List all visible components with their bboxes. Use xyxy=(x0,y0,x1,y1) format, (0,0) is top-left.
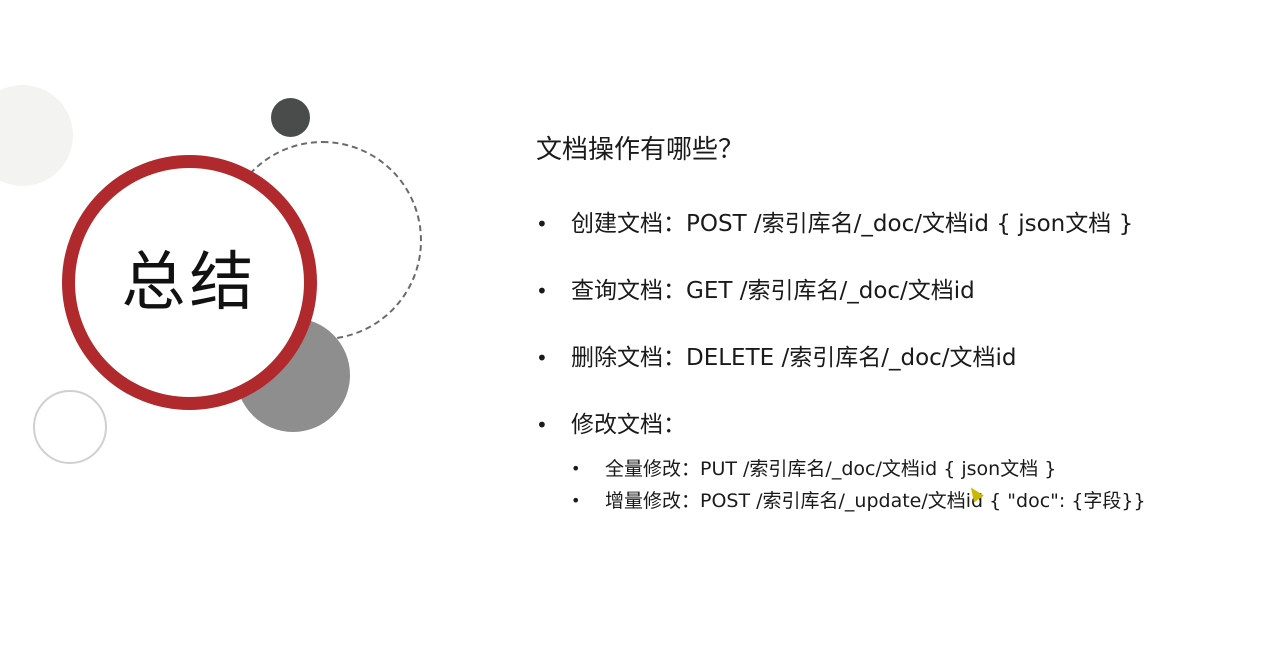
title-ring: 总结 xyxy=(62,155,317,410)
content-area: 文档操作有哪些？ 创建文档：POST /索引库名/_doc/文档id { jso… xyxy=(536,130,1236,517)
decorative-dark-dot xyxy=(271,98,310,137)
sub-item-full-update: 全量修改：PUT /索引库名/_doc/文档id { json文档 } xyxy=(571,453,1236,485)
decorative-light-circle xyxy=(0,85,73,186)
list-item-query: 查询文档：GET /索引库名/_doc/文档id xyxy=(536,275,1236,307)
section-question: 文档操作有哪些？ xyxy=(536,135,745,165)
sub-item-label: 增量修改：POST /索引库名/_update/文档id { "doc": {字… xyxy=(605,490,1146,512)
operation-list: 创建文档：POST /索引库名/_doc/文档id { json文档 } 查询文… xyxy=(536,208,1236,517)
list-item-label: 修改文档： xyxy=(571,412,686,438)
list-item-delete: 删除文档：DELETE /索引库名/_doc/文档id xyxy=(536,342,1236,374)
slide: 总结 文档操作有哪些？ 创建文档：POST /索引库名/_doc/文档id { … xyxy=(0,0,1265,662)
decorative-outline-ring xyxy=(33,390,107,464)
sub-item-partial-update: 增量修改：POST /索引库名/_update/文档id { "doc": {字… xyxy=(571,485,1236,517)
list-item-label: 删除文档：DELETE /索引库名/_doc/文档id xyxy=(571,345,1017,371)
list-item-modify: 修改文档： 全量修改：PUT /索引库名/_doc/文档id { json文档 … xyxy=(536,409,1236,517)
list-item-label: 创建文档：POST /索引库名/_doc/文档id { json文档 } xyxy=(571,211,1134,237)
modify-sub-list: 全量修改：PUT /索引库名/_doc/文档id { json文档 } 增量修改… xyxy=(571,453,1236,517)
list-item-label: 查询文档：GET /索引库名/_doc/文档id xyxy=(571,278,975,304)
sub-item-label: 全量修改：PUT /索引库名/_doc/文档id { json文档 } xyxy=(605,458,1057,480)
slide-title: 总结 xyxy=(121,245,258,320)
list-item-create: 创建文档：POST /索引库名/_doc/文档id { json文档 } xyxy=(536,208,1236,240)
